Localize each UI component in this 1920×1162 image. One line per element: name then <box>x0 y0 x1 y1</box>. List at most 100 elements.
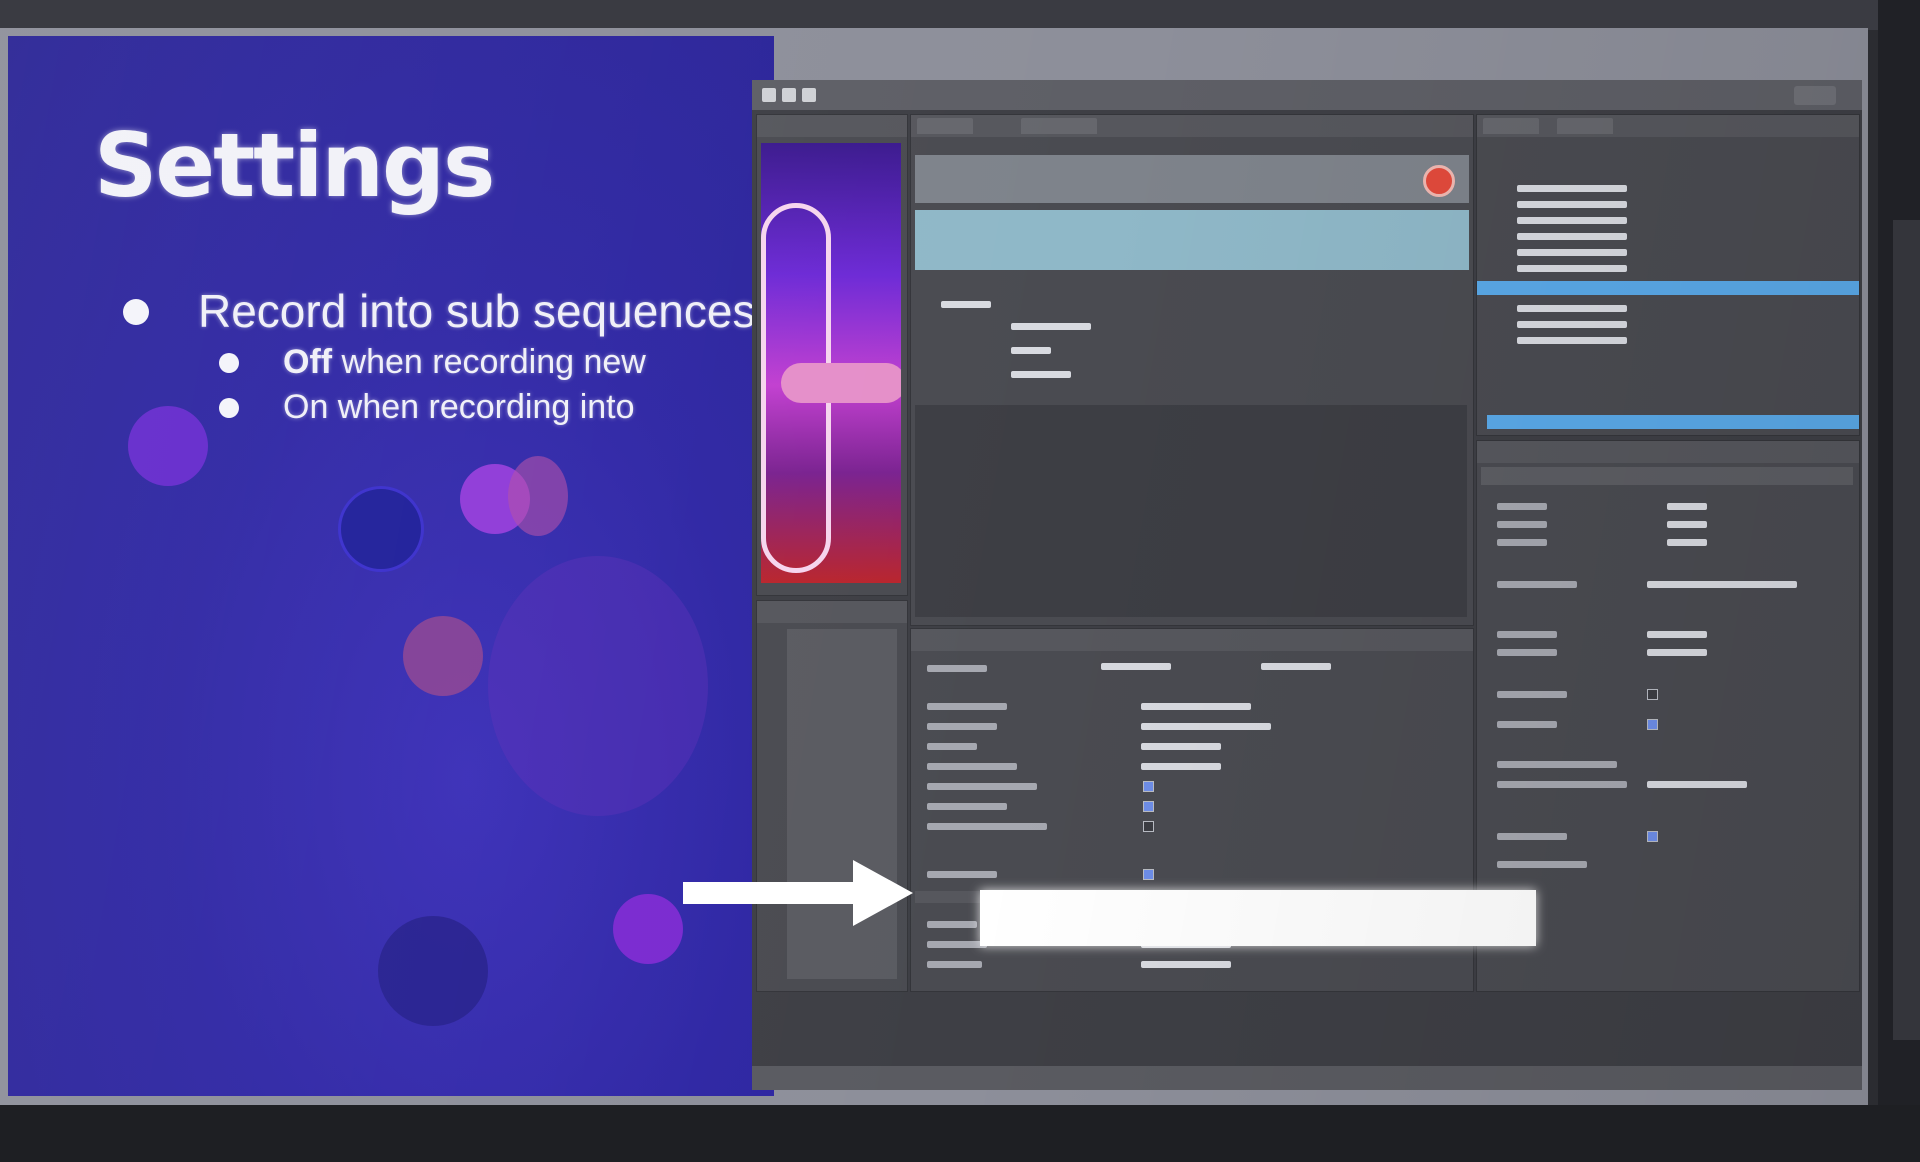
track-label <box>1011 371 1071 378</box>
property-checkbox[interactable] <box>1647 831 1658 842</box>
property-label <box>1497 761 1617 768</box>
sequence-browser-tabs <box>757 601 907 623</box>
file-row[interactable] <box>1517 201 1627 208</box>
setting-value[interactable] <box>1141 723 1271 730</box>
bokeh-light <box>488 556 708 816</box>
setting-checkbox[interactable] <box>1143 869 1154 880</box>
game-view[interactable] <box>761 143 901 583</box>
setting-label <box>927 871 997 878</box>
property-value[interactable] <box>1667 503 1707 510</box>
setting-label <box>927 763 1017 770</box>
property-label <box>1497 781 1627 788</box>
character-arm <box>781 363 901 403</box>
game-view-tabs <box>757 115 907 137</box>
property-label <box>1497 861 1587 868</box>
bullet-dot-icon <box>219 353 239 373</box>
property-value[interactable] <box>1647 649 1707 656</box>
doorframe <box>1893 220 1920 1040</box>
setting-label <box>927 921 977 928</box>
bullet-item: Record into sub sequences <box>123 282 755 340</box>
setting-value[interactable] <box>1141 961 1231 968</box>
selected-asset-row[interactable] <box>1487 415 1859 429</box>
slide-title: Settings <box>94 114 495 217</box>
setting-button[interactable] <box>1261 663 1331 670</box>
setting-label <box>927 703 1007 710</box>
property-label <box>1497 631 1557 638</box>
hierarchy-pane <box>1476 114 1860 436</box>
file-row[interactable] <box>1517 185 1627 192</box>
bokeh-light <box>613 894 683 964</box>
hierarchy-tabs <box>1477 115 1859 137</box>
timeline-tabs <box>911 115 1473 137</box>
property-label <box>1497 503 1547 510</box>
tab-project[interactable] <box>1483 118 1539 134</box>
selected-file-row[interactable] <box>1477 281 1859 295</box>
setting-label <box>927 783 1037 790</box>
record-icon[interactable] <box>1423 165 1455 197</box>
inspector-tabs <box>1477 441 1859 463</box>
bokeh-light <box>403 616 483 696</box>
timeline-tracks-area[interactable] <box>915 405 1467 617</box>
sequence-list[interactable] <box>787 629 897 979</box>
file-row[interactable] <box>1517 265 1627 272</box>
projection-screen: Settings Record into sub sequences Off w… <box>0 28 1868 1108</box>
step-icon[interactable] <box>802 88 816 102</box>
property-checkbox[interactable] <box>1647 689 1658 700</box>
setting-value[interactable] <box>1141 703 1251 710</box>
property-label <box>1497 539 1547 546</box>
record-into-sub-sequences-checkbox[interactable] <box>1143 821 1154 832</box>
recorder-settings-header <box>911 629 1473 651</box>
highlight-box <box>980 890 1536 946</box>
property-label <box>1497 581 1577 588</box>
file-row[interactable] <box>1517 249 1627 256</box>
bokeh-light <box>508 456 568 536</box>
bullet-dot-icon <box>219 398 239 418</box>
setting-label <box>927 723 997 730</box>
property-label <box>1497 721 1557 728</box>
presentation-slide: Settings Record into sub sequences Off w… <box>8 36 774 1096</box>
property-label <box>1497 691 1567 698</box>
file-row[interactable] <box>1517 217 1627 224</box>
setting-value[interactable] <box>1141 743 1221 750</box>
property-checkbox[interactable] <box>1647 719 1658 730</box>
editor-toolbar <box>752 80 1862 110</box>
property-value[interactable] <box>1647 581 1797 588</box>
setting-button[interactable] <box>1101 663 1171 670</box>
timeline-header <box>915 155 1469 203</box>
sub-bullet-text: when recording into <box>328 388 635 426</box>
sub-bullet-list: Off when recording new On when recording… <box>123 340 755 430</box>
file-row[interactable] <box>1517 233 1627 240</box>
setting-checkbox[interactable] <box>1143 781 1154 792</box>
setting-label <box>927 665 987 672</box>
tab-timeline[interactable] <box>917 118 973 134</box>
room-wall-top <box>0 0 1920 30</box>
arrow-right-icon <box>683 860 913 926</box>
property-value[interactable] <box>1667 539 1707 546</box>
sub-bullet-keyword: Off <box>283 343 333 381</box>
file-row[interactable] <box>1517 305 1627 312</box>
setting-label <box>927 941 987 948</box>
inspector-toolbar <box>1481 467 1853 485</box>
sub-bullet-keyword: On <box>283 388 329 426</box>
file-row[interactable] <box>1517 337 1627 344</box>
room-floor <box>0 1105 1920 1162</box>
sub-bullet-text: when recording new <box>332 343 646 381</box>
timeline-ruler[interactable] <box>915 210 1469 270</box>
setting-checkbox[interactable] <box>1143 801 1154 812</box>
play-icon[interactable] <box>762 88 776 102</box>
file-row[interactable] <box>1517 321 1627 328</box>
setting-label <box>927 803 1007 810</box>
property-button[interactable] <box>1647 781 1747 788</box>
tab-console[interactable] <box>1557 118 1613 134</box>
property-value[interactable] <box>1667 521 1707 528</box>
bullet-text: Record into sub sequences <box>198 285 756 337</box>
property-value[interactable] <box>1647 631 1707 638</box>
tab-sequences[interactable] <box>1021 118 1097 134</box>
setting-label <box>927 961 982 968</box>
layout-dropdown[interactable] <box>1794 86 1836 105</box>
bullet-dot-icon <box>123 299 149 325</box>
sub-bullet-item: Off when recording new <box>219 340 755 385</box>
setting-dropdown[interactable] <box>1141 763 1221 770</box>
pause-icon[interactable] <box>782 88 796 102</box>
sub-bullet-item: On when recording into <box>219 385 755 430</box>
